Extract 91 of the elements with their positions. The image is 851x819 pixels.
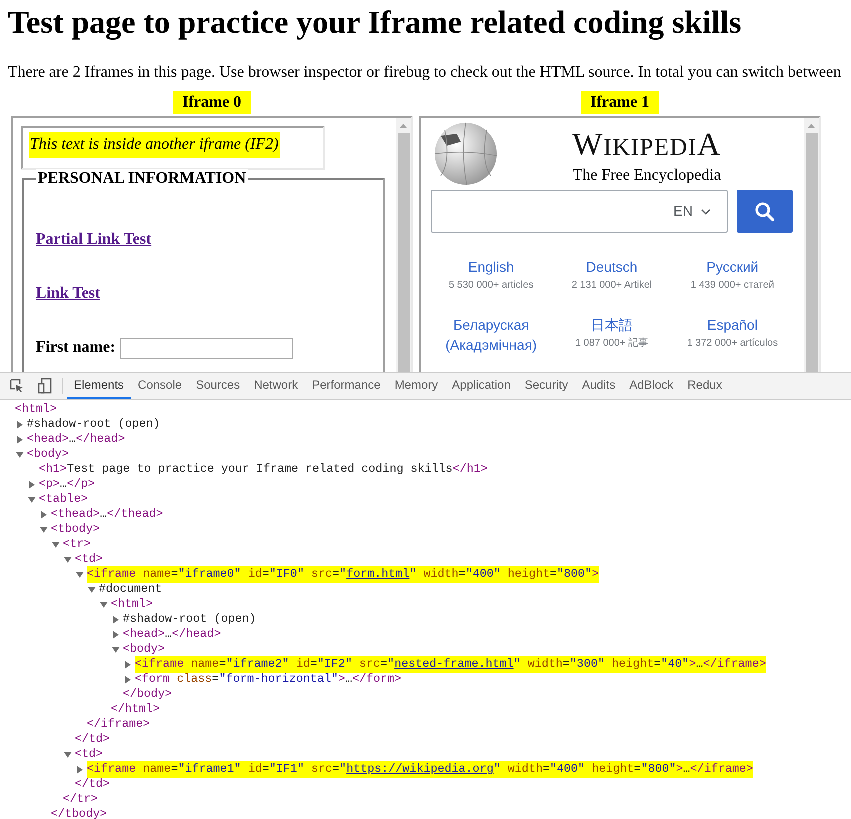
code-line[interactable]: <html>	[111, 596, 154, 614]
frame-label: Iframe 1	[581, 91, 659, 114]
disclosure-triangle-icon[interactable]	[64, 750, 72, 758]
disclosure-triangle-icon[interactable]	[76, 570, 84, 578]
code-line[interactable]: <tbody>	[51, 520, 100, 538]
disclosure-triangle-icon[interactable]	[40, 526, 48, 534]
nested-frame-text: This text is inside another iframe (IF2)	[29, 132, 280, 158]
code-line[interactable]: <table>	[39, 490, 88, 508]
disclosure-triangle-icon[interactable]	[28, 480, 36, 488]
devtools-tab[interactable]: Audits	[575, 373, 623, 399]
disclosure-triangle-icon[interactable]	[52, 540, 60, 548]
code-line[interactable]: #shadow-root (open)	[123, 610, 256, 628]
disclosure-triangle-icon[interactable]	[16, 420, 24, 428]
disclosure-triangle-icon[interactable]	[88, 586, 96, 594]
devtools-tab[interactable]: Application	[445, 373, 518, 399]
article-count: 1 087 000+ 記事	[575, 337, 649, 351]
devtools-tab[interactable]: Sources	[189, 373, 248, 399]
disclosure-triangle-icon[interactable]	[28, 496, 36, 504]
code-line[interactable]: <html>	[15, 400, 58, 418]
language-link[interactable]: Русский	[678, 257, 788, 277]
search-button[interactable]	[737, 190, 793, 233]
code-line[interactable]: #shadow-root (open)	[27, 416, 160, 434]
disclosure-triangle-icon[interactable]	[124, 660, 132, 668]
language-link[interactable]: Español	[678, 315, 788, 335]
input-field[interactable]	[120, 338, 293, 358]
code-line[interactable]: <td>	[75, 550, 104, 568]
search-field[interactable]: EN	[431, 190, 728, 233]
scrollbar[interactable]	[804, 118, 819, 372]
devtools-tab[interactable]: Memory	[388, 373, 446, 399]
article-count: 1 372 000+ artículos	[687, 337, 778, 351]
code-line[interactable]: </td>	[75, 730, 110, 748]
field-label: First name:	[36, 338, 116, 358]
devtools-tab[interactable]: AdBlock	[622, 373, 681, 399]
source-link[interactable]: nested-frame.html	[394, 656, 514, 671]
device-toolbar-icon[interactable]	[38, 378, 52, 394]
code-line[interactable]: <body>	[27, 446, 70, 464]
scrollbar[interactable]	[396, 118, 411, 372]
code-line[interactable]: </html>	[111, 700, 160, 718]
devtools-tab[interactable]: Console	[131, 373, 190, 399]
disclosure-triangle-icon[interactable]	[100, 600, 108, 608]
article-count: 2 131 000+ Artikel	[572, 279, 652, 293]
code-line[interactable]: <p>…</p>	[39, 476, 96, 494]
intro-paragraph: There are 2 Iframes in this page. Use browser inspector or firebug to check out the HTML source. In total you can switch between	[8, 63, 842, 83]
devtools-tab[interactable]: Performance	[305, 373, 388, 399]
devtools-tab[interactable]: Network	[247, 373, 306, 399]
text-link[interactable]: Link Test	[36, 285, 100, 302]
code-line[interactable]: <thead>…</thead>	[51, 506, 164, 524]
source-link[interactable]: form.html	[346, 566, 410, 581]
language-select[interactable]: EN	[674, 201, 693, 222]
language-link[interactable]: 日本語	[556, 315, 667, 335]
code-line[interactable]: <td>	[75, 746, 104, 764]
disclosure-triangle-icon[interactable]	[112, 616, 120, 624]
inspect-cursor-icon[interactable]	[10, 379, 24, 393]
scrollbar-thumb[interactable]	[806, 133, 818, 372]
code-line[interactable]: <h1>Test page to practice your Iframe related coding skills</h1>	[39, 460, 488, 478]
disclosure-triangle-icon[interactable]	[76, 766, 84, 774]
search-icon	[755, 202, 775, 222]
code-line[interactable]: <form class="form-horizontal">…</form>	[135, 670, 402, 688]
wikipedia-wordmark: WIKIPEDIA	[572, 128, 722, 164]
code-line[interactable]: </iframe>	[87, 716, 150, 734]
code-line[interactable]: </td>	[75, 776, 110, 794]
language-link[interactable]: Беларуская (Акадэмічная)	[436, 315, 546, 355]
article-count: 1 439 000+ статей	[690, 279, 774, 293]
disclosure-triangle-icon[interactable]	[16, 450, 24, 458]
devtools-tab[interactable]: Redux	[680, 373, 730, 399]
code-line[interactable]: <tr>	[63, 536, 92, 554]
source-link[interactable]: https://wikipedia.org	[346, 762, 494, 776]
code-line[interactable]: <body>	[123, 640, 166, 658]
disclosure-triangle-icon[interactable]	[124, 676, 132, 684]
code-line[interactable]: #document	[99, 580, 162, 598]
chevron-down-icon[interactable]	[701, 208, 711, 214]
code-line[interactable]: </tr>	[63, 790, 98, 808]
code-line[interactable]: </tbody>	[51, 806, 108, 819]
disclosure-triangle-icon[interactable]	[112, 630, 120, 638]
frame-label: Iframe 0	[173, 91, 251, 114]
disclosure-triangle-icon[interactable]	[64, 556, 72, 564]
language-link[interactable]: Deutsch	[556, 257, 667, 277]
disclosure-triangle-icon[interactable]	[16, 436, 24, 444]
devtools-tab[interactable]: Security	[518, 373, 576, 399]
code-line[interactable]: </body>	[123, 686, 172, 704]
code-line[interactable]: <head>…</head>	[27, 430, 126, 448]
devtools-tab[interactable]: Elements	[67, 373, 132, 399]
code-line[interactable]: <head>…</head>	[123, 626, 222, 644]
disclosure-triangle-icon[interactable]	[112, 646, 120, 654]
text-link[interactable]: Partial Link Test	[36, 231, 152, 248]
scrollbar-thumb[interactable]	[398, 133, 410, 372]
page-heading: Test page to practice your Iframe related coding skills	[8, 4, 743, 41]
article-count: 5 530 000+ articles	[448, 279, 534, 293]
language-link[interactable]: English	[436, 257, 546, 277]
tagline: The Free Encyclopedia	[572, 167, 722, 185]
disclosure-triangle-icon[interactable]	[40, 510, 48, 518]
